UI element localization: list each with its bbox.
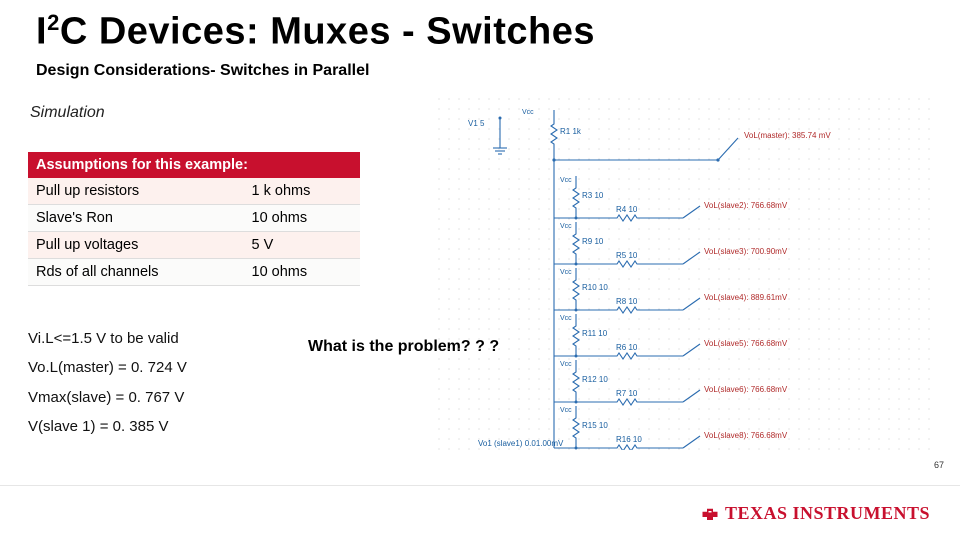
table-row: Rds of all channels10 ohms <box>28 259 360 286</box>
svg-text:R8 10: R8 10 <box>616 297 638 306</box>
table-val: 10 ohms <box>244 259 360 286</box>
page-title: I2C Devices: Muxes - Switches <box>36 10 595 54</box>
svg-text:R6 10: R6 10 <box>616 343 638 352</box>
svg-text:VoL(slave8): 766.68mV: VoL(slave8): 766.68mV <box>704 431 788 440</box>
ti-logo-text: TEXAS INSTRUMENTS <box>725 503 930 524</box>
volmaster-line: Vo.L(master) = 0. 724 V <box>28 353 187 382</box>
table-row: Slave's Ron10 ohms <box>28 205 360 232</box>
svg-text:Vcc: Vcc <box>560 177 572 184</box>
title-pre: I <box>36 11 47 53</box>
svg-text:Vcc: Vcc <box>560 361 572 368</box>
svg-text:R16 10: R16 10 <box>616 435 642 444</box>
svg-text:R15 10: R15 10 <box>582 421 608 430</box>
table-val: 10 ohms <box>244 205 360 232</box>
svg-text:R12 10: R12 10 <box>582 375 608 384</box>
master-meas-label: VoL(master): 385.74 mV <box>744 131 831 140</box>
table-row: Pull up resistors1 k ohms <box>28 178 360 205</box>
page-subtitle: Design Considerations- Switches in Paral… <box>36 62 369 80</box>
r1-label: R1 1k <box>560 127 582 136</box>
svg-text:R5 10: R5 10 <box>616 251 638 260</box>
vmaxslave-line: Vmax(slave) = 0. 767 V <box>28 383 187 412</box>
slide: I2C Devices: Muxes - Switches Design Con… <box>0 0 960 540</box>
computed-values: Vi.L<=1.5 V to be valid Vo.L(master) = 0… <box>28 324 187 441</box>
svg-text:VoL(slave2): 766.68mV: VoL(slave2): 766.68mV <box>704 201 788 210</box>
table-key: Pull up resistors <box>28 178 244 205</box>
bottom-meas: Vo1 (slave1) 0.01.00mV <box>478 439 564 448</box>
svg-text:VoL(slave6): 766.68mV: VoL(slave6): 766.68mV <box>704 385 788 394</box>
svg-text:R4 10: R4 10 <box>616 205 638 214</box>
svg-text:R11 10: R11 10 <box>582 329 608 338</box>
svg-text:R3 10: R3 10 <box>582 191 604 200</box>
svg-text:R10 10: R10 10 <box>582 283 608 292</box>
vil-line: Vi.L<=1.5 V to be valid <box>28 324 187 353</box>
table-key: Rds of all channels <box>28 259 244 286</box>
table-key: Pull up voltages <box>28 232 244 259</box>
vslave1-line: V(slave 1) = 0. 385 V <box>28 412 187 441</box>
vcc-label: Vcc <box>522 109 534 116</box>
svg-text:R7 10: R7 10 <box>616 389 638 398</box>
title-post: C Devices: Muxes - Switches <box>60 11 595 53</box>
svg-text:Vcc: Vcc <box>560 223 572 230</box>
ti-chip-icon <box>701 507 719 521</box>
footer-rule <box>0 485 960 486</box>
svg-text:VoL(slave3): 700.90mV: VoL(slave3): 700.90mV <box>704 247 788 256</box>
page-number: 67 <box>934 460 944 470</box>
table-val: 1 k ohms <box>244 178 360 205</box>
simulation-label: Simulation <box>30 104 105 122</box>
v1-label: V1 5 <box>468 119 485 128</box>
table-key: Slave's Ron <box>28 205 244 232</box>
svg-text:VoL(slave5): 766.68mV: VoL(slave5): 766.68mV <box>704 339 788 348</box>
svg-text:Vcc: Vcc <box>560 407 572 414</box>
schematic-figure: V1 5 Vcc R1 1k VoL(master): 385.74 mV Vc… <box>438 98 938 450</box>
table-header-row: Assumptions for this example: <box>28 152 360 178</box>
svg-text:Vcc: Vcc <box>560 315 572 322</box>
table-val: 5 V <box>244 232 360 259</box>
ti-logo: TEXAS INSTRUMENTS <box>701 503 930 524</box>
assumptions-table: Assumptions for this example: Pull up re… <box>28 152 360 286</box>
svg-text:VoL(slave4): 889.61mV: VoL(slave4): 889.61mV <box>704 293 788 302</box>
table-header: Assumptions for this example: <box>28 152 360 178</box>
table-row: Pull up voltages5 V <box>28 232 360 259</box>
svg-text:Vcc: Vcc <box>560 269 572 276</box>
svg-text:R9 10: R9 10 <box>582 237 604 246</box>
title-sup: 2 <box>47 10 60 35</box>
